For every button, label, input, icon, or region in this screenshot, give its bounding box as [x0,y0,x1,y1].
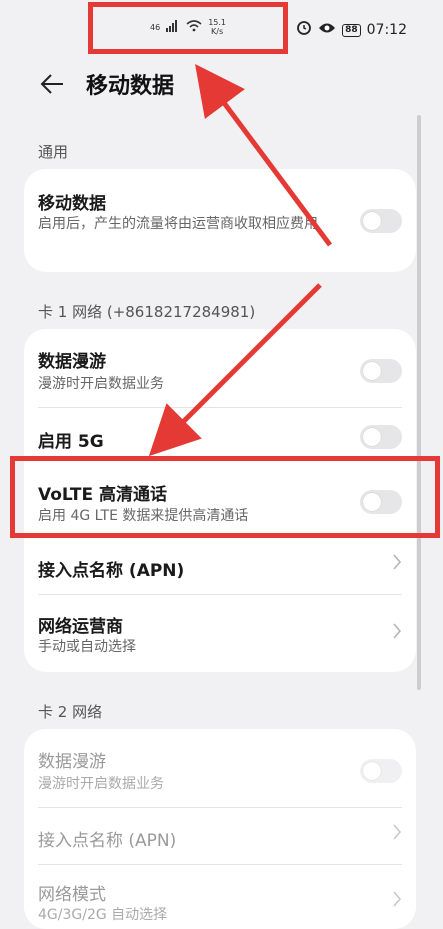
arrow-down [148,283,322,457]
arrow-up [195,63,333,247]
annotation-arrows [148,63,333,457]
